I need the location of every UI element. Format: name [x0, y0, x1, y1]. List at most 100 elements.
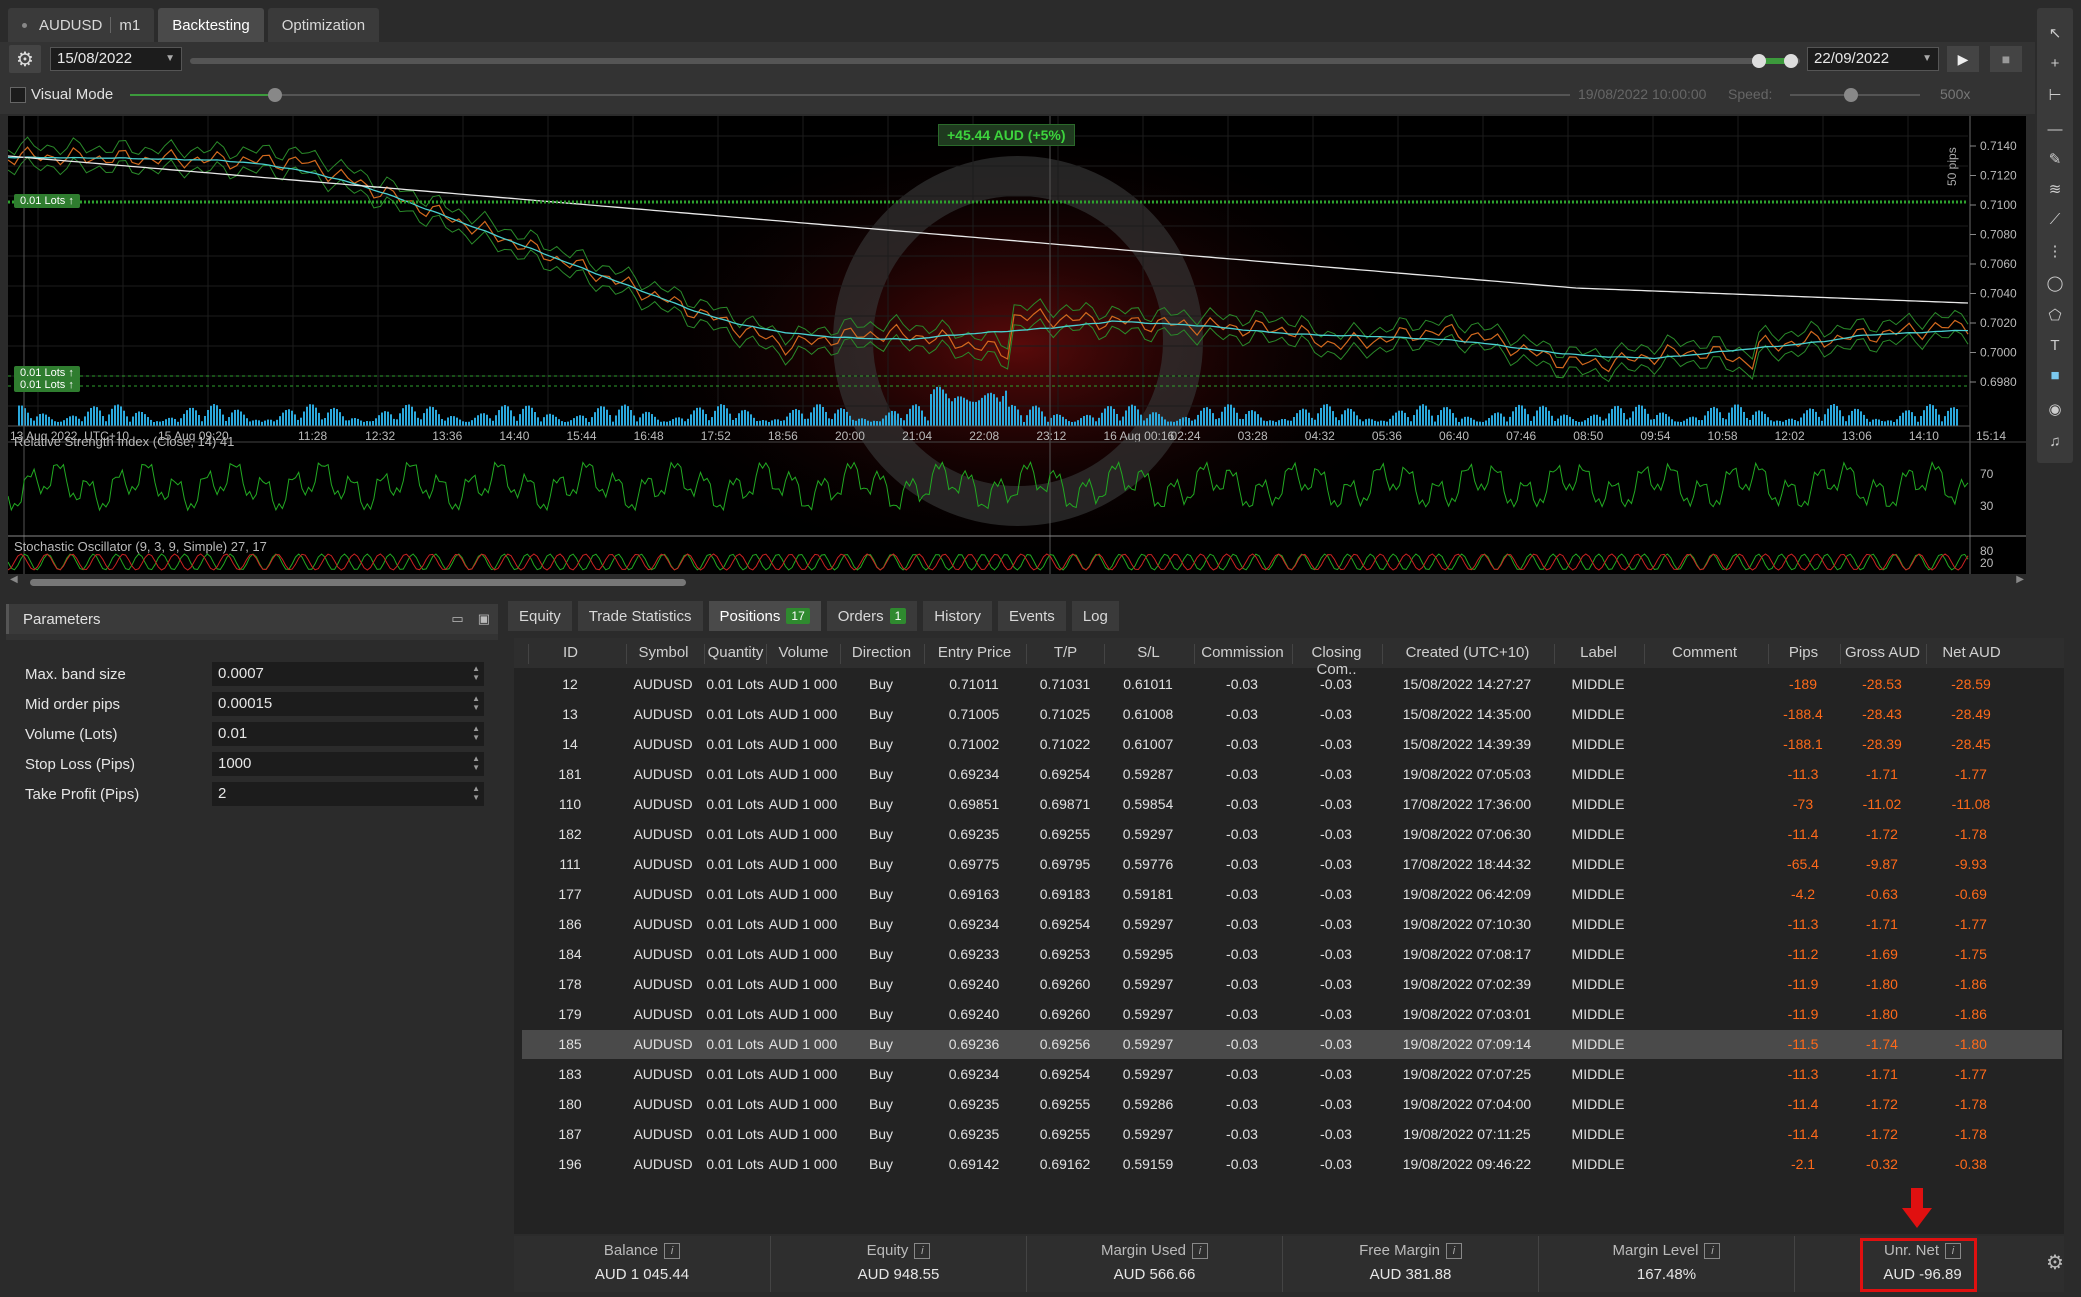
volume-bar	[1590, 415, 1592, 426]
table-row[interactable]: 185 AUDUSD 0.01 Lots AUD 1 000 Buy 0.69236 0.6…	[522, 1030, 2062, 1059]
camera-icon[interactable]: ◉	[2043, 398, 2067, 422]
tab-trade-statistics[interactable]: Trade Statistics	[577, 601, 703, 631]
fibonacci-icon[interactable]: ≋	[2043, 178, 2067, 202]
range-start-handle[interactable]	[1752, 54, 1766, 68]
tab-events[interactable]: Events	[997, 601, 1066, 631]
column-header[interactable]: Created (UTC+10)	[1382, 644, 1552, 664]
play-button[interactable]: ▶	[1947, 46, 1979, 72]
column-header[interactable]: S/L	[1104, 644, 1192, 664]
cursor-icon[interactable]: ↖	[2043, 22, 2067, 46]
parameter-input[interactable]: 0.0007 ▲ ▼	[212, 662, 484, 686]
column-header[interactable]: Commission	[1194, 644, 1290, 664]
column-header[interactable]: Net AUD	[1926, 644, 2016, 664]
trend-icon[interactable]: ⟋	[2043, 208, 2067, 232]
tab-orders[interactable]: Orders 1	[826, 601, 918, 631]
parameter-input[interactable]: 0.00015 ▲ ▼	[212, 692, 484, 716]
table-row[interactable]: 196 AUDUSD 0.01 Lots AUD 1 000 Buy 0.69142 0.6…	[522, 1150, 2062, 1179]
end-date-picker[interactable]: 22/09/2022 ▼	[1807, 47, 1939, 71]
spinner-icon[interactable]: ▲ ▼	[472, 694, 480, 712]
column-header[interactable]: Quantity	[704, 644, 766, 664]
table-row[interactable]: 187 AUDUSD 0.01 Lots AUD 1 000 Buy 0.69235 0.6…	[522, 1120, 2062, 1149]
table-cell: -28.45	[1951, 736, 1991, 752]
visual-mode-checkbox[interactable]	[10, 87, 26, 103]
tab-positions[interactable]: Positions 17	[708, 601, 821, 631]
column-header[interactable]: Symbol	[626, 644, 700, 664]
tab-equity[interactable]: Equity	[508, 601, 572, 631]
grid-icon[interactable]: ⋮	[2043, 240, 2067, 264]
stop-button[interactable]: ■	[1990, 46, 2022, 72]
text-icon[interactable]: T	[2043, 334, 2067, 358]
column-header[interactable]: Closing Com..	[1292, 644, 1380, 678]
table-row[interactable]: 178 AUDUSD 0.01 Lots AUD 1 000 Buy 0.69240 0.6…	[522, 970, 2062, 999]
load-folder-icon[interactable]: ▭	[451, 611, 463, 627]
settings-gear-icon[interactable]: ⚙	[9, 45, 41, 73]
save-icon[interactable]: ▣	[478, 611, 490, 627]
info-icon[interactable]: i	[664, 1243, 681, 1259]
crosshair-icon[interactable]: +	[2043, 52, 2067, 76]
info-icon[interactable]: i	[1704, 1243, 1721, 1259]
volume-bar	[369, 421, 371, 426]
table-row[interactable]: 183 AUDUSD 0.01 Lots AUD 1 000 Buy 0.69234 0.6…	[522, 1060, 2062, 1089]
tab-log[interactable]: Log	[1071, 601, 1119, 631]
volume-bar	[1230, 404, 1232, 426]
table-row[interactable]: 186 AUDUSD 0.01 Lots AUD 1 000 Buy 0.69234 0.6…	[522, 910, 2062, 939]
speed-handle[interactable]	[1844, 88, 1858, 102]
start-date-picker[interactable]: 15/08/2022 ▼	[50, 47, 182, 71]
tab-history[interactable]: History	[923, 601, 992, 631]
info-icon[interactable]: i	[1445, 1243, 1462, 1259]
column-header[interactable]: Label	[1554, 644, 1642, 664]
parameter-input[interactable]: 0.01 ▲ ▼	[212, 722, 484, 746]
tab-optimization[interactable]: Optimization	[267, 8, 380, 42]
column-header[interactable]: ID	[528, 644, 612, 664]
info-icon[interactable]: i	[914, 1243, 931, 1259]
table-row[interactable]: 180 AUDUSD 0.01 Lots AUD 1 000 Buy 0.69235 0.6…	[522, 1090, 2062, 1119]
table-row[interactable]: 13 AUDUSD 0.01 Lots AUD 1 000 Buy 0.71005 0.71…	[522, 700, 2062, 729]
progress-handle[interactable]	[268, 88, 282, 102]
volume-bar	[1416, 409, 1418, 426]
bell-icon[interactable]: ♫	[2043, 430, 2067, 454]
table-row[interactable]: 179 AUDUSD 0.01 Lots AUD 1 000 Buy 0.69240 0.6…	[522, 1000, 2062, 1029]
table-row[interactable]: 184 AUDUSD 0.01 Lots AUD 1 000 Buy 0.69233 0.6…	[522, 940, 2062, 969]
column-header[interactable]: Entry Price	[924, 644, 1024, 664]
table-row[interactable]: 110 AUDUSD 0.01 Lots AUD 1 000 Buy 0.69851 0.6…	[522, 790, 2062, 819]
spinner-icon[interactable]: ▲ ▼	[472, 784, 480, 802]
column-header[interactable]: T/P	[1026, 644, 1104, 664]
parameter-input[interactable]: 1000 ▲ ▼	[212, 752, 484, 776]
progress-track[interactable]	[130, 94, 1570, 96]
lots-tag[interactable]: 0.01 Lots ↑	[14, 378, 80, 392]
table-row[interactable]: 12 AUDUSD 0.01 Lots AUD 1 000 Buy 0.71011 0.71…	[522, 670, 2062, 699]
tab-symbol[interactable]: AUDUSD m1	[8, 8, 155, 42]
scrollbar-thumb[interactable]	[30, 579, 686, 586]
scroll-right-icon[interactable]: ▶	[2016, 574, 2024, 585]
chart-horizontal-scrollbar[interactable]: ◀ ▶	[8, 574, 2026, 590]
column-header[interactable]: Gross AUD	[1840, 644, 1924, 664]
info-icon[interactable]: i	[1192, 1243, 1209, 1259]
column-header[interactable]: Pips	[1768, 644, 1838, 664]
measure-icon[interactable]: ⊢	[2043, 84, 2067, 108]
column-header[interactable]: Volume	[766, 644, 840, 664]
table-row[interactable]: 182 AUDUSD 0.01 Lots AUD 1 000 Buy 0.69235 0.6…	[522, 820, 2062, 849]
spinner-icon[interactable]: ▲ ▼	[472, 724, 480, 742]
table-row[interactable]: 111 AUDUSD 0.01 Lots AUD 1 000 Buy 0.69775 0.6…	[522, 850, 2062, 879]
tab-backtesting[interactable]: Backtesting	[158, 8, 264, 42]
ellipse-icon[interactable]: ◯	[2043, 272, 2067, 296]
column-header[interactable]: Direction	[840, 644, 922, 664]
range-end-handle[interactable]	[1784, 54, 1798, 68]
spinner-icon[interactable]: ▲ ▼	[472, 754, 480, 772]
lots-tag[interactable]: 0.01 Lots ↑	[14, 194, 80, 208]
shape-icon[interactable]: ⬠	[2043, 304, 2067, 328]
date-range-slider[interactable]	[190, 54, 1800, 68]
price-chart[interactable]: 0.7140 0.7120 0.7100 0.7080 0.7060 0.7040 0.70…	[8, 116, 2026, 574]
line-icon[interactable]: ―	[2043, 118, 2067, 142]
volume-bar	[1560, 415, 1562, 426]
pen-icon[interactable]: ✎	[2043, 148, 2067, 172]
column-header[interactable]: Comment	[1644, 644, 1764, 664]
settings-gear-icon[interactable]: ⚙	[2046, 1250, 2064, 1275]
rectangle-icon[interactable]: ■	[2043, 364, 2067, 388]
spinner-icon[interactable]: ▲ ▼	[472, 664, 480, 682]
table-row[interactable]: 14 AUDUSD 0.01 Lots AUD 1 000 Buy 0.71002 0.71…	[522, 730, 2062, 759]
table-row[interactable]: 181 AUDUSD 0.01 Lots AUD 1 000 Buy 0.69234 0.6…	[522, 760, 2062, 789]
parameter-input[interactable]: 2 ▲ ▼	[212, 782, 484, 806]
table-row[interactable]: 177 AUDUSD 0.01 Lots AUD 1 000 Buy 0.69163 0.6…	[522, 880, 2062, 909]
scroll-left-icon[interactable]: ◀	[10, 574, 18, 585]
